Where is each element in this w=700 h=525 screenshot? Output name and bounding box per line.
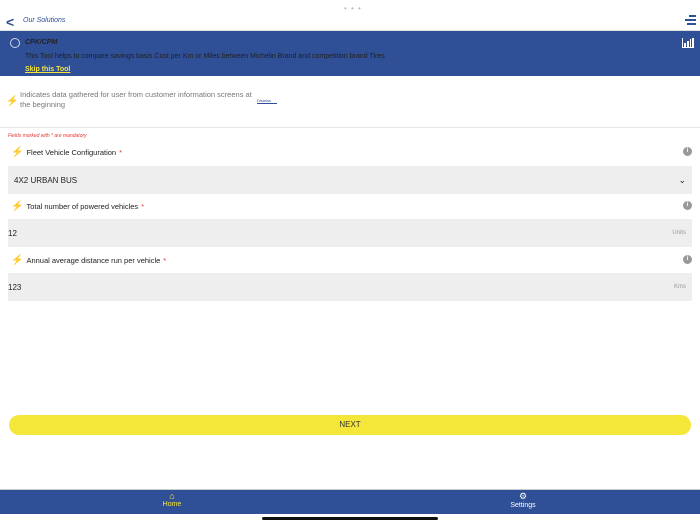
label-text: Annual average distance run per vehicle xyxy=(26,256,161,265)
field-label: ⚡ Total number of powered vehicles * xyxy=(11,201,144,212)
label-text: Fleet Vehicle Configuration xyxy=(26,148,117,157)
gear-icon: ⚙ xyxy=(518,491,528,501)
input-value: 123 xyxy=(8,282,22,292)
info-icon[interactable]: i xyxy=(683,255,692,264)
required-marker: * xyxy=(141,202,145,211)
unit-label: Units xyxy=(672,230,686,236)
vehicle-configuration-select[interactable]: 4X2 URBAN BUS ⌄ xyxy=(8,166,692,194)
back-icon[interactable]: < xyxy=(6,14,14,30)
tool-icon xyxy=(10,38,20,48)
tab-label: Settings xyxy=(510,502,536,509)
lightning-icon: ⚡ xyxy=(11,255,24,266)
required-marker: * xyxy=(119,148,123,157)
notice-text: Indicates data gathered for user from cu… xyxy=(20,90,252,109)
select-value: 4X2 URBAN BUS xyxy=(14,175,78,185)
divider xyxy=(0,127,700,128)
home-icon: ⌂ xyxy=(169,491,175,501)
info-icon[interactable]: i xyxy=(683,147,692,156)
dismiss-link[interactable]: Dismiss xyxy=(257,98,277,104)
field-label: ⚡ Fleet Vehicle Configuration * xyxy=(11,147,122,158)
powered-vehicles-input[interactable]: 12 Units xyxy=(8,219,692,247)
bottom-nav xyxy=(0,489,700,514)
top-bar xyxy=(0,10,700,31)
bar-chart-icon[interactable] xyxy=(682,38,694,48)
lightning-icon: ⚡ xyxy=(11,201,24,212)
lightning-icon: ⚡ xyxy=(6,96,19,107)
tab-label: Home xyxy=(162,501,182,508)
tab-settings[interactable]: ⚙ Settings xyxy=(493,491,553,509)
field-label: ⚡ Annual average distance run per vehicle… xyxy=(11,255,166,266)
info-icon[interactable]: i xyxy=(683,201,692,210)
tool-title: CPK/CPM xyxy=(25,39,58,46)
tab-home[interactable]: ⌂ Home xyxy=(142,491,202,508)
tool-description: This Tool helps to compare savings basis… xyxy=(25,53,385,60)
mandatory-note: Fields marked with * are mandatory xyxy=(8,133,87,139)
next-button[interactable]: NEXT xyxy=(9,415,691,435)
back-link[interactable]: Our Solutions xyxy=(23,17,65,24)
input-value: 12 xyxy=(8,228,17,238)
unit-label: Kms xyxy=(674,284,686,290)
label-text: Total number of powered vehicles xyxy=(26,202,139,211)
home-indicator xyxy=(262,517,438,520)
lightning-icon: ⚡ xyxy=(11,147,24,158)
skip-tool-link[interactable]: Skip this Tool xyxy=(25,66,70,73)
chevron-down-icon: ⌄ xyxy=(678,174,686,185)
annual-distance-input[interactable]: 123 Kms xyxy=(8,273,692,301)
required-marker: * xyxy=(163,256,167,265)
menu-icon[interactable] xyxy=(685,15,696,27)
